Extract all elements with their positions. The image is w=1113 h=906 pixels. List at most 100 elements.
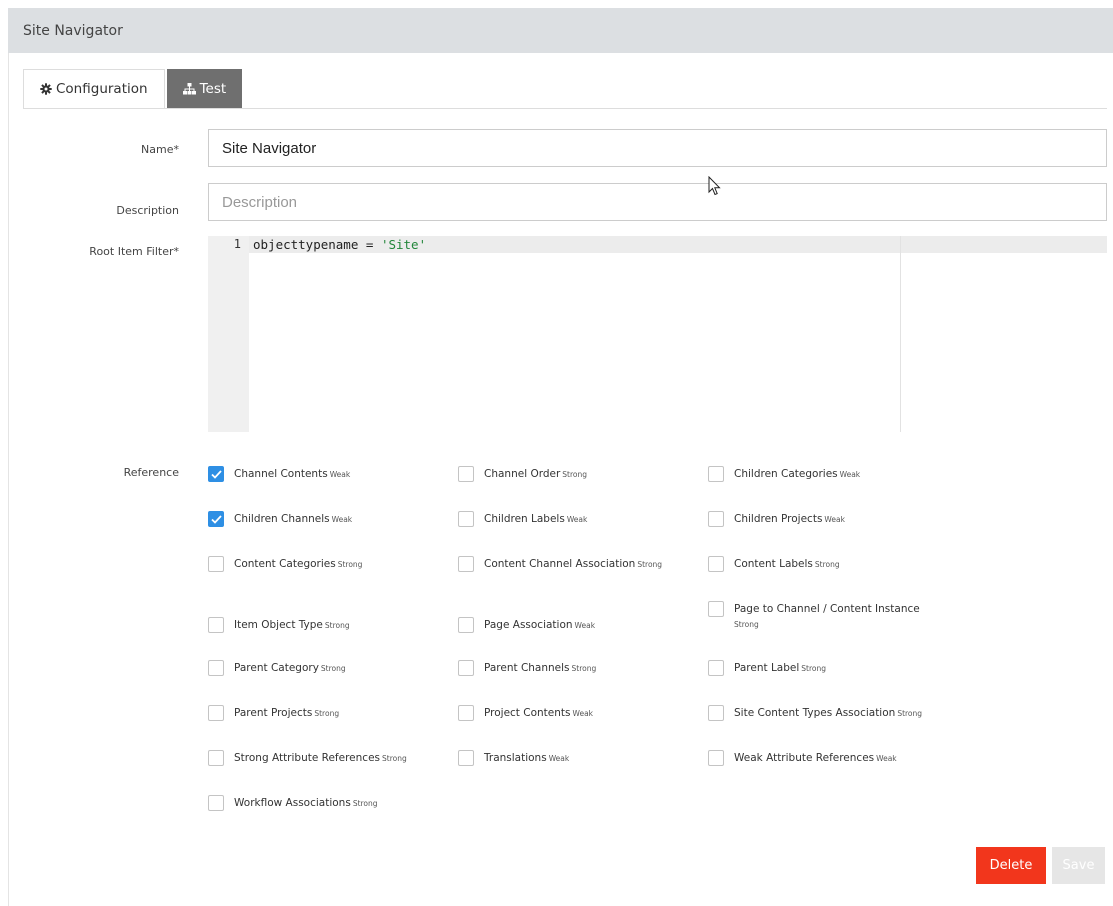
- check-icon: [210, 469, 222, 479]
- reference-checkbox[interactable]: [208, 795, 224, 811]
- reference-label: Workflow Associations Strong: [234, 795, 378, 810]
- reference-name: Children Labels: [484, 513, 565, 525]
- reference-option[interactable]: Project Contents Weak: [458, 705, 593, 721]
- reference-name: Channel Order: [484, 468, 561, 480]
- delete-button[interactable]: Delete: [976, 847, 1046, 884]
- editor-line-number: 1: [233, 237, 241, 251]
- reference-checkbox[interactable]: [208, 511, 224, 527]
- reference-name: Parent Projects: [234, 707, 313, 719]
- reference-name: Channel Contents: [234, 468, 328, 480]
- reference-label: Parent Channels Strong: [484, 660, 596, 675]
- reference-label: Parent Category Strong: [234, 660, 346, 675]
- root-filter-editor[interactable]: 1 objecttypename = 'Site': [208, 236, 1107, 432]
- reference-label: Page Association Weak: [484, 617, 595, 632]
- reference-option[interactable]: Page to Channel / Content Instance Strong: [708, 601, 920, 631]
- reference-name: Translations: [484, 752, 547, 764]
- tab-configuration-label: Configuration: [56, 81, 148, 97]
- description-input[interactable]: [208, 183, 1107, 221]
- reference-option[interactable]: Parent Channels Strong: [458, 660, 596, 676]
- reference-option[interactable]: Item Object Type Strong: [208, 617, 350, 633]
- reference-option[interactable]: Site Content Types Association Strong: [708, 705, 922, 721]
- reference-name: Children Projects: [734, 513, 823, 525]
- reference-option[interactable]: Parent Category Strong: [208, 660, 346, 676]
- reference-name: Parent Label: [734, 662, 800, 674]
- reference-checkbox[interactable]: [458, 660, 474, 676]
- reference-option[interactable]: Children Projects Weak: [708, 511, 845, 527]
- reference-strength: Strong: [562, 470, 588, 479]
- reference-option[interactable]: Children Labels Weak: [458, 511, 587, 527]
- tab-test[interactable]: Test: [166, 69, 243, 108]
- sitemap-icon: [182, 82, 196, 95]
- reference-label: Parent Label Strong: [734, 660, 826, 675]
- reference-checkbox[interactable]: [458, 705, 474, 721]
- code-string: 'Site': [380, 237, 427, 252]
- reference-strength: Weak: [839, 470, 861, 479]
- reference-checkbox[interactable]: [458, 556, 474, 572]
- reference-label: Content Labels Strong: [734, 556, 840, 571]
- reference-option[interactable]: Children Categories Weak: [708, 466, 860, 482]
- reference-checkbox[interactable]: [208, 466, 224, 482]
- reference-name: Parent Channels: [484, 662, 570, 674]
- reference-checkbox[interactable]: [708, 705, 724, 721]
- reference-checkbox[interactable]: [458, 617, 474, 633]
- reference-name: Content Channel Association: [484, 558, 636, 570]
- panel-header: Site Navigator: [8, 8, 1113, 53]
- reference-option[interactable]: Content Channel Association Strong: [458, 556, 662, 572]
- editor-code-line[interactable]: objecttypename = 'Site': [253, 236, 426, 253]
- name-input[interactable]: [208, 129, 1107, 167]
- reference-checkbox[interactable]: [458, 750, 474, 766]
- reference-strength: Strong: [637, 560, 663, 569]
- reference-label: Children Channels Weak: [234, 511, 352, 526]
- reference-label: Weak Attribute References Weak: [734, 750, 897, 765]
- reference-checkbox[interactable]: [208, 556, 224, 572]
- reference-strength: Weak: [876, 754, 897, 763]
- reference-label: Site Content Types Association Strong: [734, 705, 922, 720]
- name-label: Name*: [141, 143, 179, 156]
- reference-strength: Strong: [314, 709, 340, 718]
- reference-strength: Strong: [814, 560, 840, 569]
- reference-checkbox[interactable]: [708, 750, 724, 766]
- tab-configuration[interactable]: Configuration: [23, 69, 165, 109]
- reference-checkbox[interactable]: [708, 556, 724, 572]
- tab-bar: Configuration Test: [23, 69, 243, 109]
- reference-option[interactable]: Workflow Associations Strong: [208, 795, 378, 811]
- reference-checkbox[interactable]: [458, 466, 474, 482]
- panel-border: [8, 53, 9, 906]
- reference-option[interactable]: Translations Weak: [458, 750, 569, 766]
- reference-checkbox[interactable]: [458, 511, 474, 527]
- reference-name: Item Object Type: [234, 619, 323, 631]
- reference-checkbox[interactable]: [708, 601, 724, 617]
- reference-checkbox[interactable]: [208, 617, 224, 633]
- reference-option[interactable]: Channel Contents Weak: [208, 466, 350, 482]
- reference-strength: Strong: [382, 754, 407, 763]
- reference-name: Workflow Associations: [234, 797, 351, 809]
- reference-option[interactable]: Content Categories Strong: [208, 556, 362, 572]
- reference-label: Channel Contents Weak: [234, 466, 350, 481]
- reference-option[interactable]: Children Channels Weak: [208, 511, 352, 527]
- reference-option[interactable]: Weak Attribute References Weak: [708, 750, 897, 766]
- reference-checkbox[interactable]: [708, 660, 724, 676]
- reference-option[interactable]: Page Association Weak: [458, 617, 595, 633]
- reference-name: Project Contents: [484, 707, 571, 719]
- reference-label: Content Categories Strong: [234, 556, 362, 571]
- reference-strength: Strong: [320, 664, 346, 673]
- save-button[interactable]: Save: [1052, 847, 1105, 884]
- reference-option[interactable]: Content Labels Strong: [708, 556, 840, 572]
- reference-option[interactable]: Strong Attribute References Strong: [208, 750, 407, 766]
- reference-label: Page to Channel / Content Instance Strong: [734, 601, 920, 631]
- reference-strength: Weak: [548, 754, 570, 763]
- reference-name: Page Association: [484, 619, 573, 631]
- reference-checkbox[interactable]: [208, 705, 224, 721]
- reference-strength: Strong: [324, 621, 350, 630]
- check-icon: [210, 514, 222, 524]
- reference-option[interactable]: Parent Label Strong: [708, 660, 826, 676]
- reference-option[interactable]: Channel Order Strong: [458, 466, 587, 482]
- reference-strength: Strong: [734, 620, 759, 629]
- reference-label: Strong Attribute References Strong: [234, 750, 407, 765]
- reference-checkbox[interactable]: [208, 660, 224, 676]
- reference-checkbox[interactable]: [208, 750, 224, 766]
- reference-checkbox[interactable]: [708, 466, 724, 482]
- reference-checkbox[interactable]: [708, 511, 724, 527]
- reference-label: Item Object Type Strong: [234, 617, 350, 632]
- reference-option[interactable]: Parent Projects Strong: [208, 705, 339, 721]
